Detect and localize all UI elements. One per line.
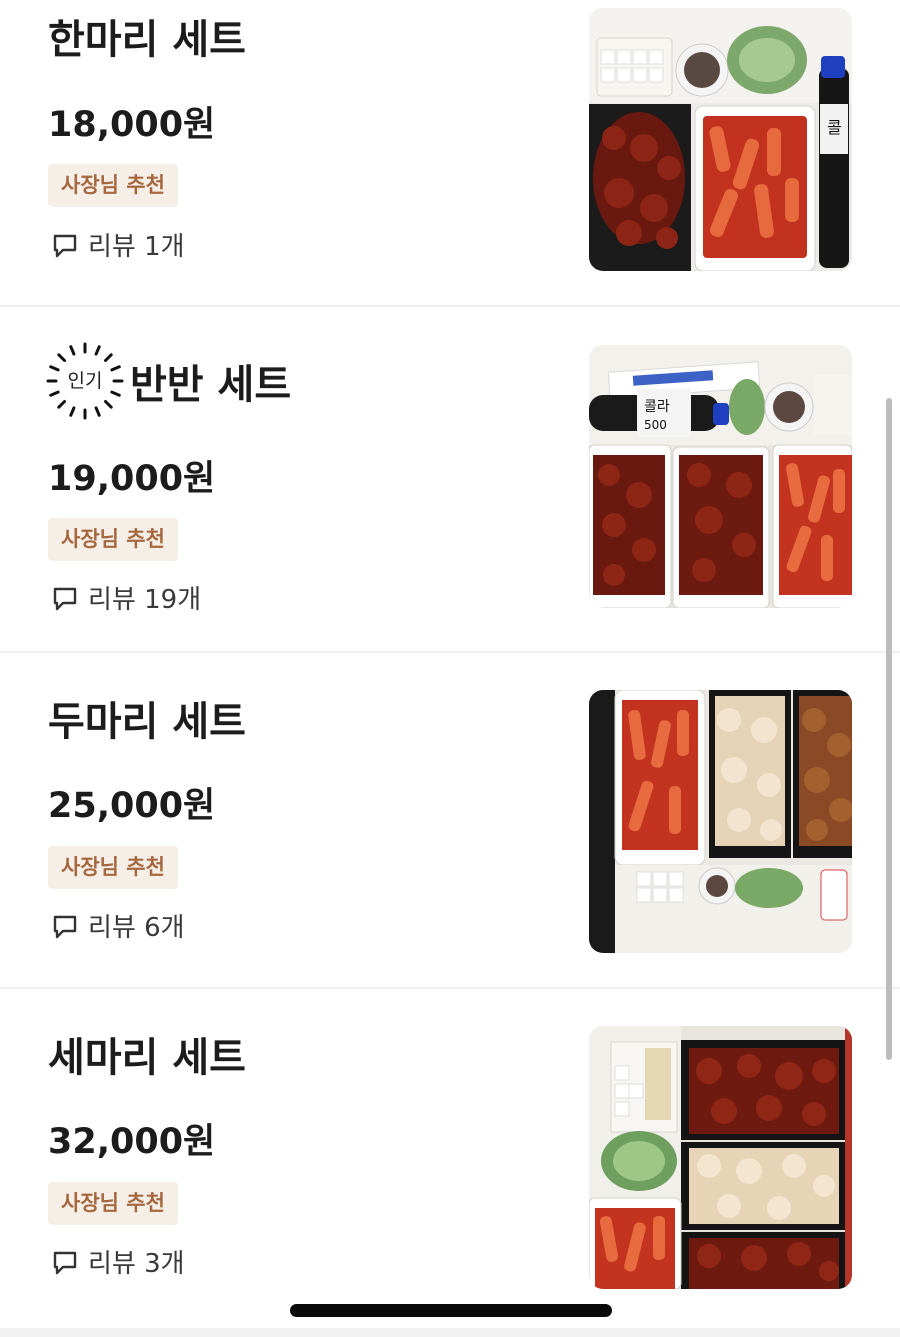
- menu-item-price: 32,000원: [48, 1122, 216, 1162]
- menu-item-semari-set[interactable]: 세마리 세트 32,000원 사장님 추천 리뷰 3개: [0, 989, 900, 1309]
- menu-item-name-text: 세마리 세트: [48, 1035, 246, 1081]
- svg-text:500: 500: [644, 418, 667, 432]
- review-count: 리뷰 1개: [50, 226, 185, 263]
- review-count: 리뷰 6개: [50, 907, 185, 944]
- owner-recommend-badge: 사장님 추천: [48, 1182, 178, 1225]
- menu-item-name: 한마리 세트: [48, 12, 246, 63]
- speech-bubble-icon: [50, 911, 80, 941]
- menu-item-price: 19,000원: [48, 459, 216, 499]
- menu-item-dumari-set[interactable]: 두마리 세트 25,000원 사장님 추천 리뷰 6개: [0, 653, 900, 989]
- popular-badge-label: 인기: [67, 370, 103, 392]
- menu-item-name: 세마리 세트: [48, 1029, 246, 1081]
- menu-item-price: 18,000원: [48, 105, 216, 145]
- speech-bubble-icon: [50, 583, 80, 613]
- speech-bubble-icon: [50, 230, 80, 260]
- menu-item-name: 두마리 세트: [48, 693, 246, 745]
- owner-recommend-badge: 사장님 추천: [48, 518, 178, 561]
- menu-item-photo[interactable]: [589, 1026, 852, 1289]
- review-count: 리뷰 19개: [50, 579, 201, 616]
- menu-item-name: 인기 반반 세트: [46, 342, 292, 420]
- menu-item-name-text: 두마리 세트: [48, 699, 246, 745]
- owner-recommend-badge: 사장님 추천: [48, 846, 178, 889]
- menu-item-photo[interactable]: 콜라 500: [589, 345, 852, 608]
- menu-item-name-text: 반반 세트: [130, 362, 292, 408]
- menu-item-hanmari-set[interactable]: 한마리 세트 18,000원 사장님 추천 리뷰 1개 콜: [0, 0, 900, 307]
- popular-badge-icon: 인기: [46, 342, 124, 420]
- review-count-label: 리뷰 3개: [88, 1249, 185, 1279]
- home-indicator[interactable]: [290, 1304, 612, 1317]
- review-count-label: 리뷰 19개: [88, 585, 202, 615]
- menu-screen: 한마리 세트 18,000원 사장님 추천 리뷰 1개 콜 인기 반반 세트 1…: [0, 0, 900, 1337]
- svg-text:콜: 콜: [827, 118, 842, 137]
- menu-item-name-text: 한마리 세트: [48, 17, 246, 63]
- speech-bubble-icon: [50, 1247, 80, 1277]
- review-count-label: 리뷰 6개: [88, 913, 185, 943]
- review-count: 리뷰 3개: [50, 1243, 185, 1280]
- svg-text:콜라: 콜라: [644, 399, 670, 415]
- menu-item-price: 25,000원: [48, 786, 216, 826]
- owner-recommend-badge: 사장님 추천: [48, 164, 178, 207]
- menu-item-photo[interactable]: [589, 690, 852, 953]
- menu-item-banban-set[interactable]: 인기 반반 세트 19,000원 사장님 추천 리뷰 19개 콜라 500: [0, 307, 900, 653]
- review-count-label: 리뷰 1개: [88, 232, 185, 262]
- bottom-strip: [0, 1328, 900, 1337]
- menu-item-photo[interactable]: 콜: [589, 8, 852, 271]
- scrollbar[interactable]: [886, 398, 892, 1060]
